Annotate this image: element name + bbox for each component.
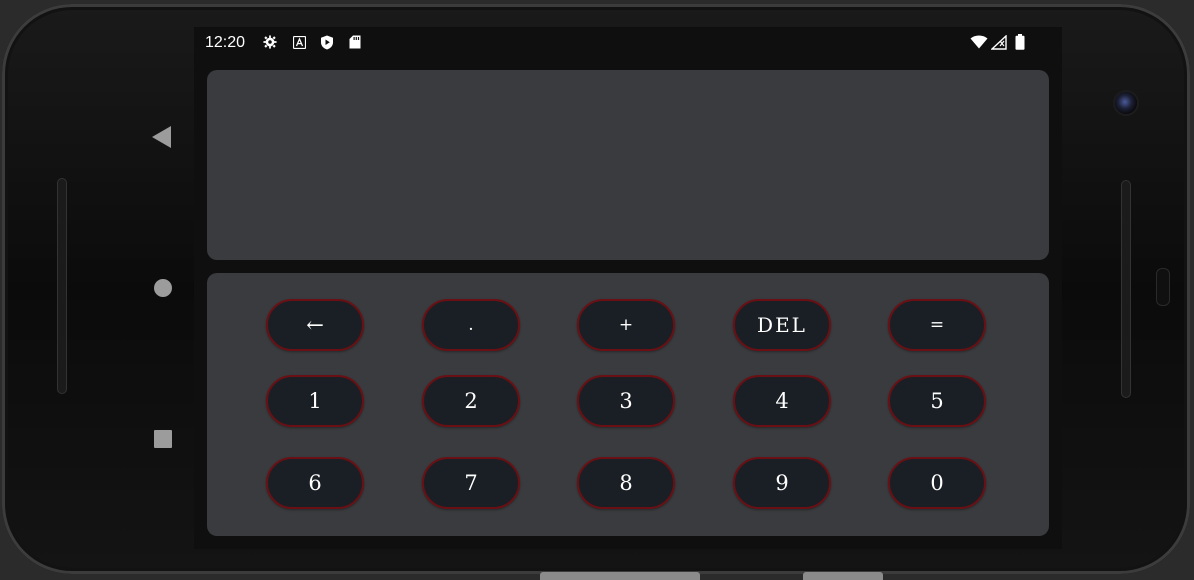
digit-2-button[interactable]: 2: [422, 375, 520, 427]
status-bar: 12:20: [194, 27, 1062, 59]
plus-button[interactable]: +: [577, 299, 675, 351]
front-camera-icon: [1113, 90, 1139, 116]
a-icon: [292, 35, 306, 49]
digit-6-button[interactable]: 6: [266, 457, 364, 509]
nav-back-icon[interactable]: [152, 126, 171, 148]
equals-button[interactable]: =: [888, 299, 986, 351]
digit-0-button[interactable]: 0: [888, 457, 986, 509]
signal-icon: [991, 34, 1007, 50]
keypad: ← . + DEL = 1 2 3 4 5 6 7 8 9 0: [207, 273, 1049, 536]
digit-7-button[interactable]: 7: [422, 457, 520, 509]
digit-4-button[interactable]: 4: [733, 375, 831, 427]
sd-card-icon: [348, 35, 362, 49]
backspace-button[interactable]: ←: [266, 299, 364, 351]
power-button: [803, 572, 883, 580]
device-frame: 12:20 ← . + DEL = 1 2 3 4 5 6 7 8 9 0: [0, 0, 1194, 580]
result-display: [207, 70, 1049, 260]
digit-8-button[interactable]: 8: [577, 457, 675, 509]
battery-icon: [1015, 34, 1025, 50]
digit-1-button[interactable]: 1: [266, 375, 364, 427]
speaker-grille-right: [1121, 180, 1131, 398]
side-sensor: [1156, 268, 1170, 306]
digit-9-button[interactable]: 9: [733, 457, 831, 509]
volume-rocker: [540, 572, 700, 580]
shield-play-icon: [320, 35, 334, 49]
speaker-grille-left: [57, 178, 67, 394]
gear-icon: [263, 35, 277, 49]
nav-home-icon[interactable]: [154, 279, 172, 297]
wifi-icon: [970, 35, 988, 49]
nav-recents-icon[interactable]: [154, 430, 172, 448]
arrow-left-icon: ←: [306, 313, 324, 337]
decimal-button[interactable]: .: [422, 299, 520, 351]
digit-5-button[interactable]: 5: [888, 375, 986, 427]
digit-3-button[interactable]: 3: [577, 375, 675, 427]
delete-button[interactable]: DEL: [733, 299, 831, 351]
status-time: 12:20: [205, 34, 246, 51]
app-screen: 12:20 ← . + DEL = 1 2 3 4 5 6 7 8 9 0: [194, 27, 1062, 549]
